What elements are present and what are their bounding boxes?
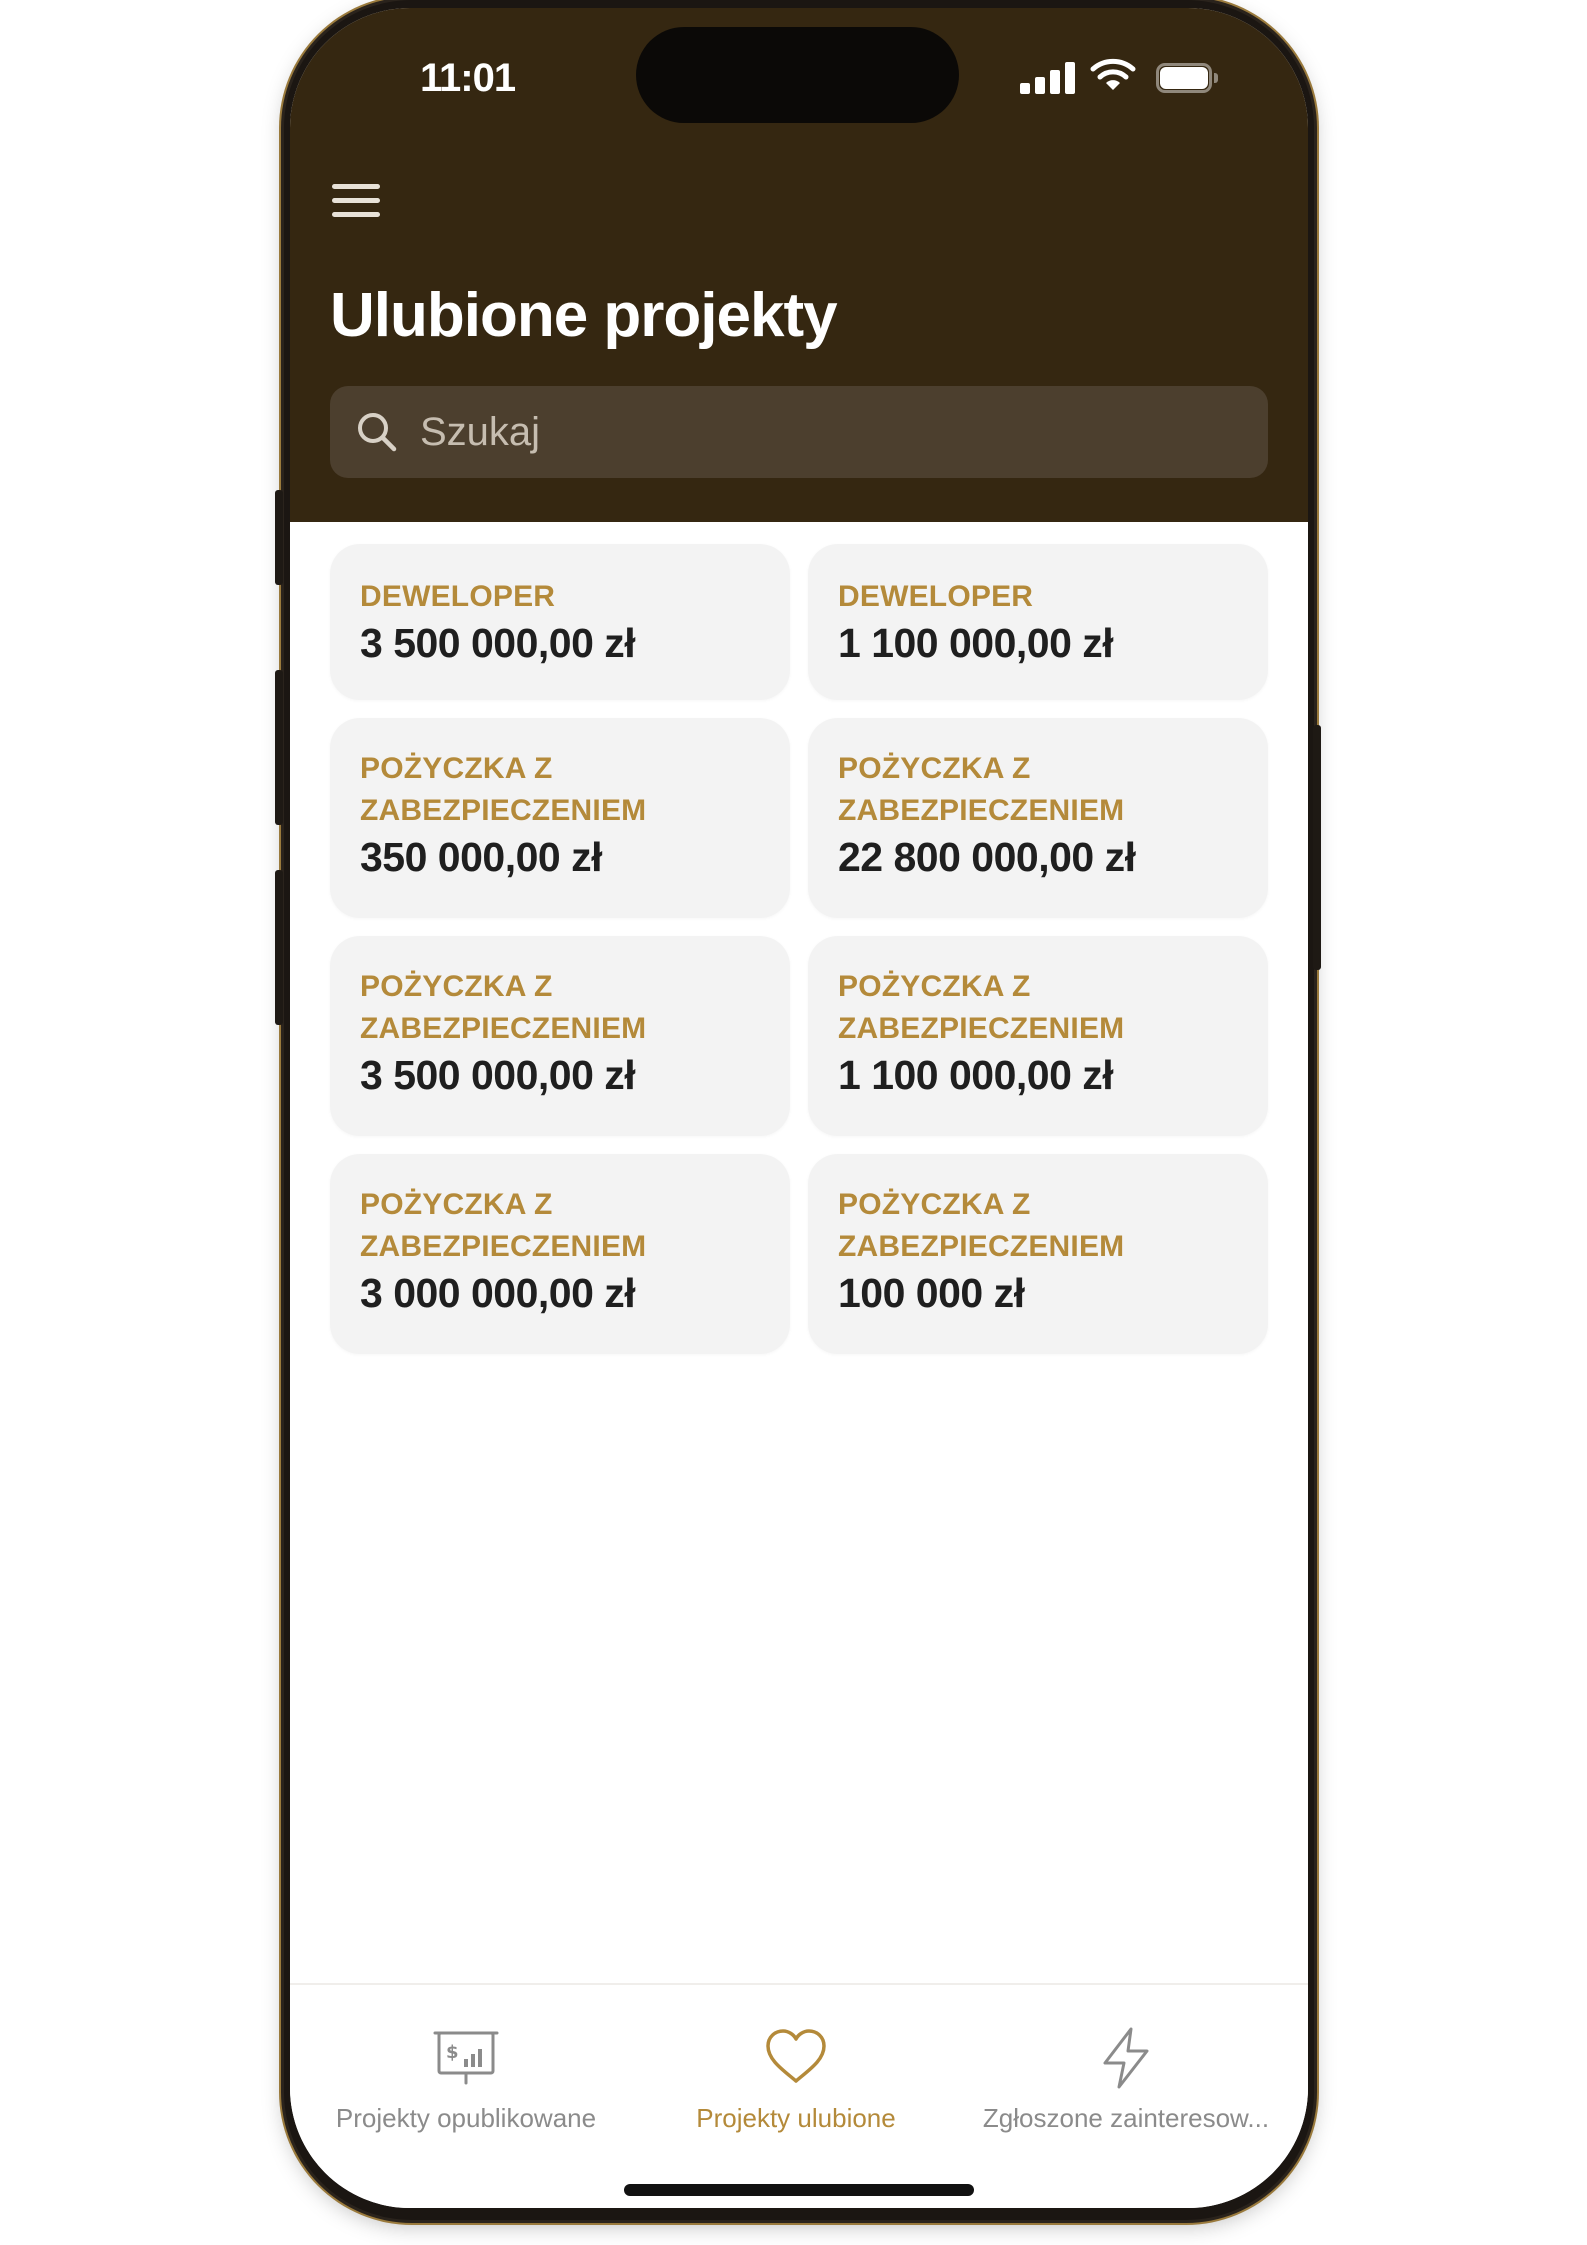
project-category: POŻYCZKA Z ZABEZPIECZENIEM	[838, 752, 1125, 827]
project-amount: 1 100 000,00 zł	[838, 620, 1114, 666]
project-category: POŻYCZKA Z ZABEZPIECZENIEM	[360, 1188, 647, 1263]
project-category: POŻYCZKA Z ZABEZPIECZENIEM	[360, 752, 647, 827]
project-category: POŻYCZKA Z ZABEZPIECZENIEM	[360, 970, 647, 1045]
tab-label: Projekty opublikowane	[335, 2103, 597, 2133]
tab-projekty-ulubione[interactable]: Projekty ulubione	[636, 2025, 956, 2134]
screen: 11:01 Ulubione projekty Szukaj DEWELOPER…	[290, 8, 1308, 2208]
action-button	[275, 490, 283, 585]
project-amount: 22 800 000,00 zł	[838, 834, 1136, 880]
dynamic-island	[636, 27, 959, 123]
menu-button[interactable]	[332, 184, 386, 224]
project-card[interactable]: POŻYCZKA Z ZABEZPIECZENIEM 3 000 000,00 …	[330, 1154, 790, 1354]
project-amount: 3 500 000,00 zł	[360, 1052, 636, 1098]
heart-icon	[766, 2029, 826, 2083]
project-category: POŻYCZKA Z ZABEZPIECZENIEM	[838, 970, 1125, 1045]
projects-grid: DEWELOPER 3 500 000,00 zł DEWELOPER 1 10…	[330, 544, 1268, 1354]
project-amount: 350 000,00 zł	[360, 834, 602, 880]
tab-zgloszone-zainteresowania[interactable]: Zgłoszone zainteresow...	[966, 2025, 1286, 2134]
project-card[interactable]: POŻYCZKA Z ZABEZPIECZENIEM 1 100 000,00 …	[808, 936, 1268, 1136]
lightning-icon	[1103, 2027, 1149, 2089]
project-amount: 100 000 zł	[838, 1270, 1025, 1316]
tab-label: Projekty ulubione	[696, 2103, 896, 2133]
project-card[interactable]: POŻYCZKA Z ZABEZPIECZENIEM 3 500 000,00 …	[330, 936, 790, 1136]
page-title: Ulubione projekty	[330, 281, 838, 350]
project-card[interactable]: POŻYCZKA Z ZABEZPIECZENIEM 22 800 000,00…	[808, 718, 1268, 918]
tab-bar: $ Projekty opublikowane Projekty ulubion…	[290, 1983, 1308, 2208]
search-bar[interactable]	[330, 386, 1268, 478]
svg-text:$: $	[446, 2042, 459, 2063]
signal-icon	[1020, 62, 1076, 94]
project-card[interactable]: POŻYCZKA Z ZABEZPIECZENIEM 350 000,00 zł	[330, 718, 790, 918]
tab-label: Zgłoszone zainteresow...	[982, 2103, 1270, 2133]
project-card[interactable]: DEWELOPER 3 500 000,00 zł	[330, 544, 790, 700]
volume-up-button	[275, 670, 283, 825]
app-header: 11:01 Ulubione projekty	[290, 8, 1308, 522]
battery-icon	[1156, 63, 1218, 93]
tab-projekty-opublikowane[interactable]: $ Projekty opublikowane	[306, 2025, 626, 2134]
project-card[interactable]: DEWELOPER 1 100 000,00 zł	[808, 544, 1268, 700]
home-indicator	[624, 2184, 974, 2196]
search-input[interactable]	[420, 402, 1268, 462]
project-category: POŻYCZKA Z ZABEZPIECZENIEM	[838, 1188, 1125, 1263]
project-amount: 1 100 000,00 zł	[838, 1052, 1114, 1098]
project-category: DEWELOPER	[360, 580, 556, 613]
project-amount: 3 000 000,00 zł	[360, 1270, 636, 1316]
power-button	[1313, 725, 1321, 970]
volume-down-button	[275, 870, 283, 1025]
project-card[interactable]: POŻYCZKA Z ZABEZPIECZENIEM 100 000 zł	[808, 1154, 1268, 1354]
search-icon	[358, 413, 397, 452]
project-category: DEWELOPER	[838, 580, 1034, 613]
wifi-icon	[1090, 58, 1136, 90]
presentation-chart-icon: $	[433, 2031, 499, 2085]
status-time: 11:01	[420, 56, 516, 100]
project-amount: 3 500 000,00 zł	[360, 620, 636, 666]
